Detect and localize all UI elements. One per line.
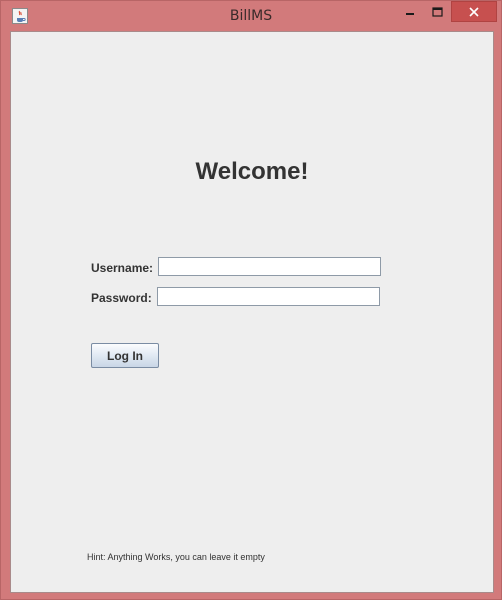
minimize-button[interactable] — [399, 1, 423, 22]
maximize-icon — [432, 6, 443, 17]
close-button[interactable] — [451, 1, 497, 22]
username-input[interactable] — [158, 257, 381, 276]
close-icon — [469, 6, 479, 17]
welcome-heading: Welcome! — [195, 158, 309, 185]
username-label: Username: — [91, 261, 154, 275]
hint-text: Hint: Anything Works, you can leave it e… — [87, 552, 265, 562]
login-button[interactable]: Log In — [91, 343, 159, 368]
app-window: BillMS Welcome! Username: Password: Log … — [0, 0, 502, 600]
maximize-button[interactable] — [425, 1, 451, 22]
title-bar[interactable]: BillMS — [1, 1, 501, 31]
password-input[interactable] — [157, 287, 380, 306]
password-label: Password: — [91, 291, 152, 305]
login-panel: Welcome! Username: Password: Log In Hint… — [10, 31, 494, 593]
minimize-icon — [406, 12, 414, 15]
